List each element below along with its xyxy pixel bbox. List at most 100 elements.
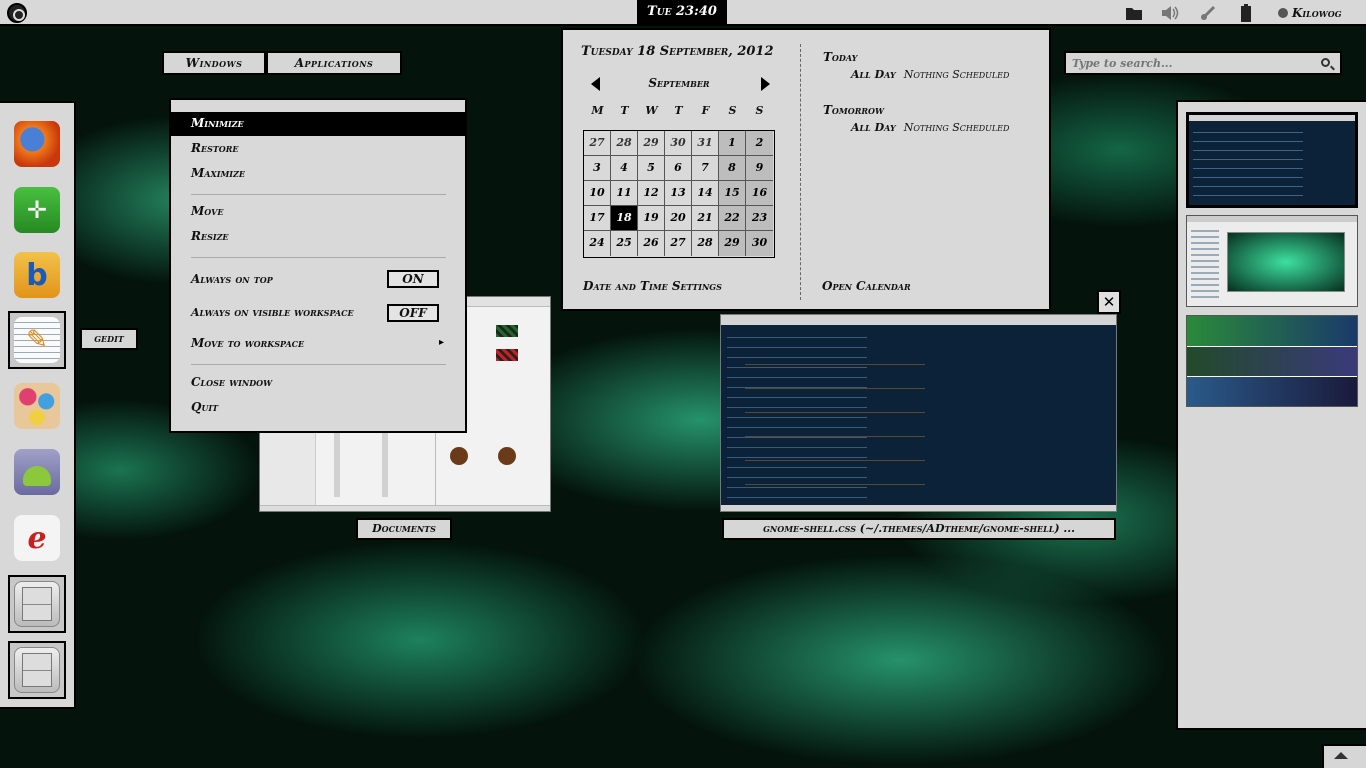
menu-item-always-on-visible-workspace[interactable]: Always on visible workspace (191, 306, 354, 319)
calendar-day[interactable]: 14 (692, 181, 719, 206)
calendar-day[interactable]: 13 (665, 181, 692, 206)
firefox-icon (14, 121, 60, 167)
calendar-month-nav: September (583, 74, 775, 94)
dash-item-android[interactable] (8, 443, 66, 501)
activities-icon[interactable] (7, 3, 27, 23)
calendar-day[interactable]: 29 (638, 131, 665, 156)
calendar-day[interactable]: 21 (692, 206, 719, 231)
dash-item-firefox[interactable] (8, 115, 66, 173)
calendar-day[interactable]: 27 (584, 131, 611, 156)
events-today-heading: Today (823, 50, 858, 64)
menu-item-resize[interactable]: Resize (191, 229, 229, 243)
calendar-day[interactable]: 12 (638, 181, 665, 206)
calendar-day[interactable]: 22 (719, 206, 746, 231)
dash-item-compass[interactable]: ✛ (8, 181, 66, 239)
menu-item-always-on-top[interactable]: Always on top (191, 272, 273, 286)
menu-item-maximize[interactable]: Maximize (191, 166, 245, 180)
volume-icon[interactable] (1160, 3, 1180, 23)
calendar-day[interactable]: 18 (611, 206, 638, 231)
submenu-arrow-icon: ▸ (439, 337, 445, 348)
battery-icon[interactable] (1236, 3, 1256, 23)
dash-item-files-1[interactable] (8, 575, 66, 633)
calendar-date-heading: Tuesday 18 September, 2012 (581, 44, 774, 59)
close-window-icon[interactable]: ✕ (1097, 290, 1121, 314)
calendar-day[interactable]: 11 (611, 181, 638, 206)
gedit-window-thumbnail[interactable] (720, 314, 1117, 512)
prev-month-icon[interactable] (591, 77, 600, 91)
calendar-divider (800, 44, 801, 300)
clock[interactable]: Tue 23:40 (637, 0, 727, 26)
always-on-visible-workspace-toggle[interactable]: OFF (387, 304, 439, 322)
calendar-day[interactable]: 19 (638, 206, 665, 231)
gedit-window-label[interactable]: gnome-shell.css (~/.themes/ADtheme/gnome… (722, 518, 1116, 540)
search-icon[interactable] (1321, 58, 1330, 67)
dash: ✛ b ✎ e (0, 101, 76, 709)
calendar-day[interactable]: 31 (692, 131, 719, 156)
next-month-icon[interactable] (761, 77, 770, 91)
calendar-day[interactable]: 15 (719, 181, 746, 206)
dash-item-paint[interactable] (8, 377, 66, 435)
calendar-day[interactable]: 25 (611, 231, 638, 256)
weekday-label: W (645, 104, 658, 117)
calendar-day[interactable]: 3 (584, 156, 611, 181)
always-on-top-toggle[interactable]: ON (387, 270, 439, 288)
calendar-day[interactable]: 20 (665, 206, 692, 231)
tab-applications[interactable]: Applications (266, 51, 402, 75)
calendar-day[interactable]: 28 (611, 131, 638, 156)
calendar-day[interactable]: 7 (692, 156, 719, 181)
dash-item-gedit[interactable]: ✎ (8, 311, 66, 369)
documents-window-label[interactable]: Documents (356, 518, 452, 540)
menu-item-move[interactable]: Move (191, 204, 223, 218)
weekday-label: F (701, 104, 710, 117)
calendar-day[interactable]: 27 (665, 231, 692, 256)
open-calendar-link[interactable]: Open Calendar (822, 279, 911, 293)
calendar-day[interactable]: 10 (584, 181, 611, 206)
menu-item-move-to-workspace[interactable]: Move to workspace (191, 336, 304, 350)
menu-separator (191, 194, 446, 195)
workspace-switcher (1176, 100, 1366, 730)
calendar-day[interactable]: 24 (584, 231, 611, 256)
dash-item-files-2[interactable] (8, 641, 66, 699)
calendar-day[interactable]: 1 (719, 131, 746, 156)
calendar-day[interactable]: 17 (584, 206, 611, 231)
workspace-3[interactable] (1186, 315, 1358, 407)
calendar-day[interactable]: 23 (746, 206, 773, 231)
calendar-day[interactable]: 30 (665, 131, 692, 156)
android-icon (14, 449, 60, 495)
event-today-what: Nothing Scheduled (903, 68, 1010, 81)
folder-icon[interactable] (1124, 3, 1144, 23)
menu-item-quit[interactable]: Quit (191, 400, 218, 414)
tab-windows[interactable]: Windows (162, 51, 266, 75)
calendar-day[interactable]: 9 (746, 156, 773, 181)
calendar-day[interactable]: 28 (692, 231, 719, 256)
calendar-day[interactable]: 30 (746, 231, 773, 256)
calendar-day[interactable]: 6 (665, 156, 692, 181)
workspace-2[interactable] (1186, 215, 1358, 307)
weekday-label: M (591, 104, 604, 117)
network-icon[interactable] (1198, 3, 1218, 23)
search-input[interactable] (1072, 55, 1302, 71)
paint-icon (14, 383, 60, 429)
workspace-1[interactable] (1186, 112, 1358, 208)
message-tray-icon[interactable] (1322, 744, 1366, 768)
user-menu[interactable]: Kilowog (1278, 3, 1342, 23)
menu-item-minimize[interactable]: Minimize (191, 116, 244, 130)
calendar-day[interactable]: 8 (719, 156, 746, 181)
menu-item-close-window[interactable]: Close window (191, 375, 272, 389)
weekday-label: S (755, 104, 764, 117)
calendar-day[interactable]: 26 (638, 231, 665, 256)
calendar-grid: 27 28 29 30 31 1 2 3 4 5 6 7 8 9 10 11 12 13 14 15 16 17 18 19 2… (583, 130, 775, 258)
calendar-day[interactable]: 16 (746, 181, 773, 206)
user-status-icon (1278, 8, 1288, 18)
calendar-day[interactable]: 5 (638, 156, 665, 181)
menu-item-restore[interactable]: Restore (191, 141, 239, 155)
calendar-day[interactable]: 29 (719, 231, 746, 256)
search-box[interactable] (1064, 51, 1342, 75)
dash-item-bluefish[interactable]: b (8, 246, 66, 304)
calendar-day[interactable]: 4 (611, 156, 638, 181)
calendar-day[interactable]: 2 (746, 131, 773, 156)
dash-item-emacs[interactable]: e (8, 509, 66, 567)
dash-tooltip: gedit (80, 328, 138, 350)
weekday-label: T (620, 104, 629, 117)
date-time-settings-link[interactable]: Date and Time Settings (583, 279, 722, 293)
